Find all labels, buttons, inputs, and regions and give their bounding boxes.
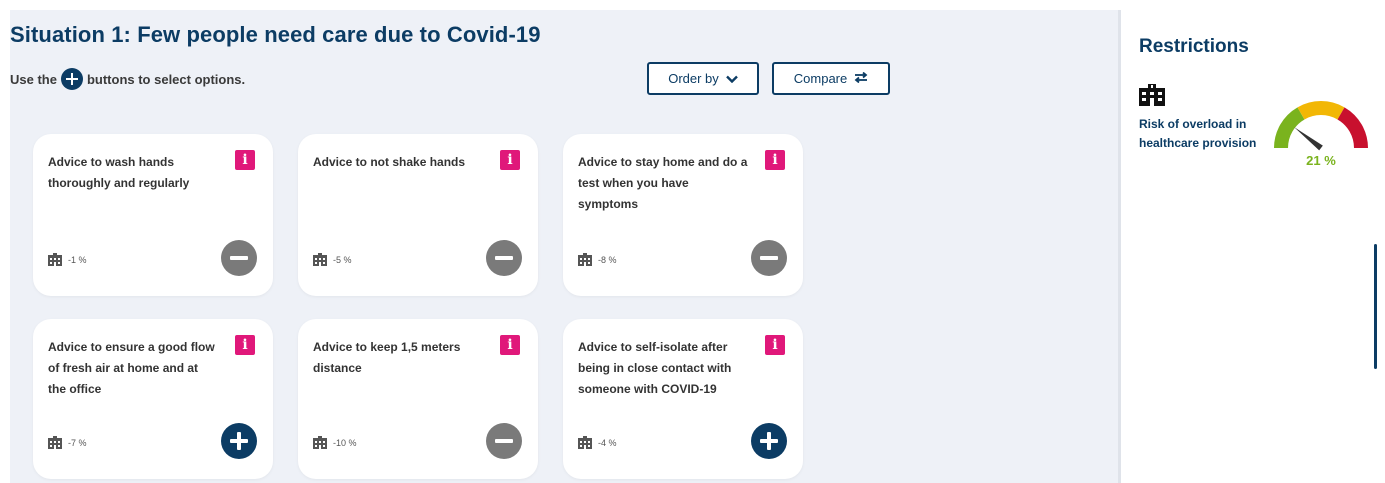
hospital-icon xyxy=(48,253,62,266)
plus-circle-icon xyxy=(60,68,83,90)
instruction-prefix: Use the xyxy=(10,71,57,87)
instruction-text: Use the buttons to select options. xyxy=(10,64,245,94)
gauge-needle xyxy=(1294,127,1323,151)
info-button[interactable]: i xyxy=(235,150,255,170)
compare-button[interactable]: Compare xyxy=(772,62,890,95)
option-text: Advice to self-isolate after being in cl… xyxy=(578,340,732,396)
deselect-option-button[interactable] xyxy=(486,240,522,276)
minus-icon xyxy=(495,256,513,260)
info-button[interactable]: i xyxy=(500,150,520,170)
impact-value: -8 % xyxy=(598,254,617,265)
impact-value: -7 % xyxy=(68,437,87,448)
plus-icon xyxy=(760,432,778,450)
swap-arrows-icon xyxy=(854,71,868,86)
risk-label: Risk of overload in healthcare provision xyxy=(1139,117,1257,150)
option-text: Advice to ensure a good flow of fresh ai… xyxy=(48,340,215,396)
option-card: Advice to wash hands thoroughly and regu… xyxy=(33,134,273,296)
impact-indicator: -10 % xyxy=(313,436,357,449)
option-card: Advice to keep 1,5 meters distance i -10… xyxy=(298,319,538,479)
impact-indicator: -8 % xyxy=(578,253,617,266)
hospital-icon xyxy=(578,253,592,266)
impact-indicator: -1 % xyxy=(48,253,87,266)
impact-indicator: -5 % xyxy=(313,253,352,266)
minus-icon xyxy=(495,439,513,443)
chevron-down-icon xyxy=(725,71,738,86)
option-text: Advice to keep 1,5 meters distance xyxy=(313,340,461,375)
deselect-option-button[interactable] xyxy=(751,240,787,276)
gauge-value: 21 % xyxy=(1306,153,1336,168)
impact-value: -5 % xyxy=(333,254,352,265)
order-by-label: Order by xyxy=(668,71,719,86)
compare-label: Compare xyxy=(793,71,848,86)
option-text: Advice to not shake hands xyxy=(313,155,466,169)
impact-value: -10 % xyxy=(333,437,357,448)
option-card: Advice to stay home and do a test when y… xyxy=(563,134,803,296)
option-text: Advice to wash hands thoroughly and regu… xyxy=(48,155,190,190)
page-title: Situation 1: Few people need care due to… xyxy=(10,22,541,47)
hospital-icon xyxy=(313,253,327,266)
impact-indicator: -7 % xyxy=(48,436,87,449)
impact-value: -1 % xyxy=(68,254,87,265)
deselect-option-button[interactable] xyxy=(221,240,257,276)
minus-icon xyxy=(230,256,248,260)
option-card: Advice to not shake hands i -5 % xyxy=(298,134,538,296)
panel-divider xyxy=(1118,10,1121,483)
hospital-icon xyxy=(1139,84,1165,111)
hospital-icon xyxy=(313,436,327,449)
minus-icon xyxy=(760,256,778,260)
risk-gauge xyxy=(1274,101,1368,151)
impact-value: -4 % xyxy=(598,437,617,448)
info-button[interactable]: i xyxy=(235,335,255,355)
instruction-suffix: buttons to select options. xyxy=(86,71,246,87)
impact-indicator: -4 % xyxy=(578,436,617,449)
option-card: Advice to ensure a good flow of fresh ai… xyxy=(33,319,273,479)
info-button[interactable]: i xyxy=(500,335,520,355)
restrictions-title: Restrictions xyxy=(1139,36,1249,57)
select-option-button[interactable] xyxy=(751,423,787,459)
scrollbar[interactable] xyxy=(1374,244,1377,369)
deselect-option-button[interactable] xyxy=(486,423,522,459)
option-card: Advice to self-isolate after being in cl… xyxy=(563,319,803,479)
plus-icon xyxy=(230,432,248,450)
info-button[interactable]: i xyxy=(765,335,785,355)
order-by-button[interactable]: Order by xyxy=(647,62,759,95)
option-text: Advice to stay home and do a test when y… xyxy=(578,155,748,211)
hospital-icon xyxy=(578,436,592,449)
info-button[interactable]: i xyxy=(765,150,785,170)
select-option-button[interactable] xyxy=(221,423,257,459)
hospital-icon xyxy=(48,436,62,449)
